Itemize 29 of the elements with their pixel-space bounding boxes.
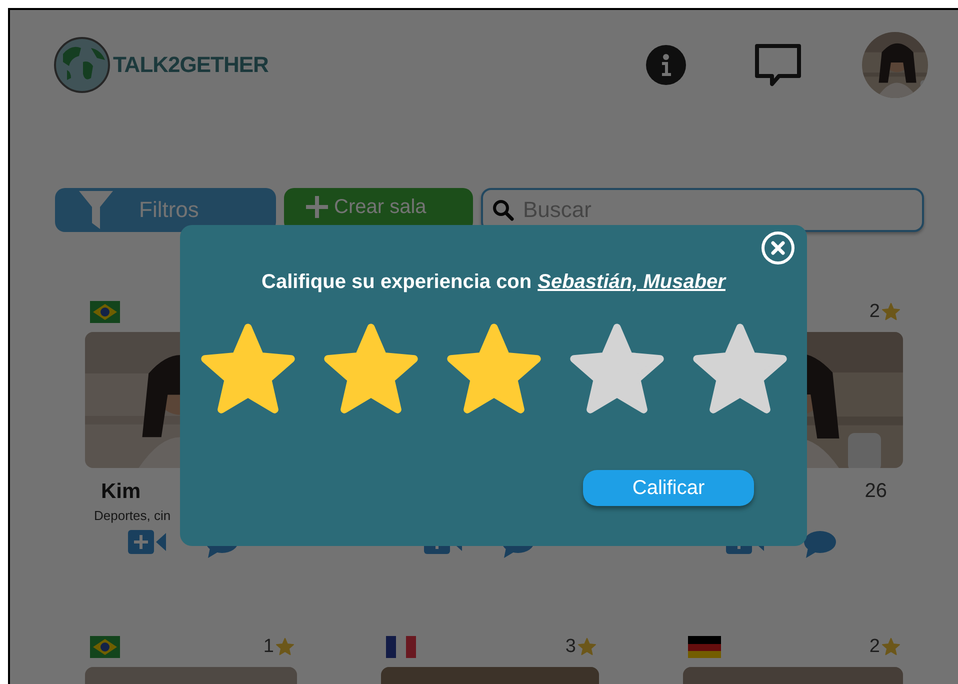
plus-icon [306, 196, 328, 218]
user-count: 26 [864, 480, 887, 504]
rating-value: 2 [869, 301, 880, 323]
logo-text: TALK2GETHER [113, 52, 268, 78]
info-icon[interactable] [646, 45, 686, 85]
video-call-icon[interactable] [128, 530, 166, 554]
submit-button[interactable]: Calificar [583, 470, 754, 506]
close-icon[interactable] [761, 231, 795, 265]
rating-value: 1 [263, 636, 274, 658]
star-icon [577, 637, 597, 657]
star-icon [881, 302, 901, 322]
flag-icon [688, 636, 721, 658]
star-icon [275, 637, 295, 657]
flag-icon [386, 636, 416, 658]
rating-value: 3 [565, 636, 576, 658]
flag-icon [90, 636, 120, 658]
filter-button[interactable]: Filtros [55, 188, 276, 232]
flag-icon [90, 301, 120, 323]
host-link[interactable]: Sebastián, Musaber [538, 271, 726, 294]
user-name: Kim [101, 480, 141, 504]
rating-value: 2 [869, 636, 880, 658]
dialog-title: Califique su experiencia con [262, 271, 532, 294]
search-icon [492, 199, 514, 221]
chat-bubble-icon[interactable] [804, 530, 836, 558]
user-interests: Deportes, cin [93, 508, 172, 524]
filter-icon [79, 191, 113, 229]
chat-icon[interactable] [754, 43, 802, 87]
globe-icon [53, 36, 111, 94]
star-icon [881, 637, 901, 657]
